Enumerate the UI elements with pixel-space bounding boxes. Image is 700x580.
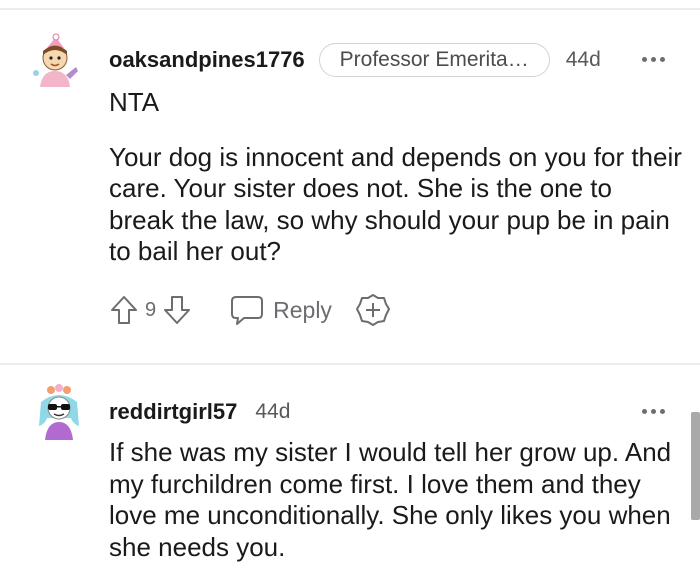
- comment-paragraph: If she was my sister I would tell her gr…: [109, 437, 672, 562]
- reply-label: Reply: [273, 296, 332, 323]
- comment-paragraph: Your dog is innocent and depends on you …: [109, 141, 682, 267]
- more-dots-icon: [642, 409, 647, 414]
- reply-button[interactable]: Reply: [230, 294, 332, 326]
- avatar[interactable]: [30, 33, 84, 89]
- comment-age: 44d: [565, 48, 601, 71]
- vote-count: 9: [145, 298, 157, 321]
- arrow-down-icon[interactable]: [162, 294, 192, 326]
- comment-actions: 9 Reply: [109, 293, 390, 327]
- comment-body: NTA Your dog is innocent and depends on …: [109, 87, 684, 268]
- avatar[interactable]: [33, 384, 87, 440]
- plus-badge-icon: [355, 293, 390, 327]
- username[interactable]: reddirtgirl57: [109, 399, 237, 425]
- username[interactable]: oaksandpines1776: [109, 47, 305, 73]
- user-flair: Professor Emerita…: [318, 43, 550, 77]
- comment-body: If she was my sister I would tell her gr…: [109, 437, 684, 563]
- arrow-up-icon[interactable]: [109, 294, 139, 326]
- speech-bubble-icon: [230, 294, 264, 326]
- more-dots-icon: [642, 57, 647, 62]
- comment-divider: [0, 363, 700, 365]
- award-button[interactable]: [355, 293, 390, 327]
- top-divider: [0, 8, 700, 10]
- comment-header: oaksandpines1776 Professor Emerita… 44d: [109, 42, 601, 78]
- comment-age: 44d: [255, 400, 291, 423]
- scrollbar[interactable]: [691, 412, 700, 520]
- more-options-button[interactable]: [642, 409, 665, 414]
- comment-paragraph: NTA: [109, 87, 160, 117]
- more-options-button[interactable]: [642, 57, 665, 62]
- comment-header: reddirtgirl57 44d: [109, 394, 290, 430]
